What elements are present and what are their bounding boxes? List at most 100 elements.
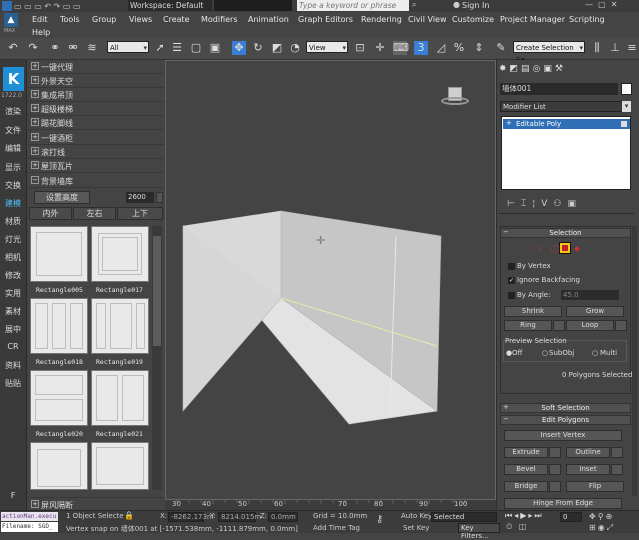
- extrude-settings[interactable]: [549, 447, 561, 458]
- panel-tabs[interactable]: ✸◩▤◎▣⚒: [499, 64, 566, 74]
- menu-customize[interactable]: Customize: [452, 15, 494, 24]
- spinner-snap-icon[interactable]: ⇕: [472, 41, 486, 55]
- plugin-row-proxy[interactable]: + 一键代理: [27, 60, 165, 74]
- strip-utility[interactable]: 实用: [0, 288, 26, 299]
- scale-icon[interactable]: ◩: [270, 41, 284, 55]
- bind-spacewarp-icon[interactable]: ≋: [85, 41, 99, 55]
- shrink-button[interactable]: Shrink: [504, 306, 562, 317]
- wall-thumb-020[interactable]: [30, 370, 88, 426]
- modifier-list-dropdown[interactable]: Modifier List: [500, 101, 631, 112]
- window-controls[interactable]: — ▢ ✕: [585, 0, 617, 9]
- subobject-icons[interactable]: ∴ ∕ ◯: [526, 244, 563, 253]
- auto-key-button[interactable]: Auto Key: [401, 512, 432, 520]
- bevel-settings[interactable]: [549, 464, 561, 475]
- maxscript-listener-2[interactable]: Filename: SGD_: [1, 522, 58, 532]
- strip-cr[interactable]: CR: [0, 342, 26, 351]
- height-spinner[interactable]: [156, 192, 163, 203]
- wall-thumb-005[interactable]: [30, 226, 88, 282]
- snap-toggle-icon[interactable]: 3: [414, 41, 428, 55]
- plugin-row-screen[interactable]: + 屏风隔断: [27, 497, 165, 511]
- select-by-name-icon[interactable]: ☰: [170, 41, 184, 55]
- panel-scrollbar[interactable]: [632, 226, 637, 496]
- perspective-viewport[interactable]: ✛: [165, 60, 496, 500]
- outline-settings[interactable]: [611, 447, 623, 458]
- strip-light[interactable]: 灯光: [0, 234, 26, 245]
- angle-input[interactable]: 45.0: [561, 290, 619, 300]
- strip-data[interactable]: 资料: [0, 360, 26, 371]
- layer-icon[interactable]: ≡: [625, 41, 639, 55]
- workspace-selector[interactable]: Workspace: Default: [128, 0, 212, 11]
- move-icon[interactable]: ✥: [232, 41, 246, 55]
- expand-icon[interactable]: +: [506, 119, 512, 127]
- set-key-button[interactable]: Set Key: [403, 524, 429, 532]
- height-input[interactable]: 2600: [126, 192, 154, 203]
- insert-vertex-button[interactable]: Insert Vertex: [504, 430, 622, 441]
- loop-button[interactable]: Loop: [566, 320, 614, 331]
- strip-modify[interactable]: 修改: [0, 270, 26, 281]
- menu-scripting[interactable]: Scripting: [569, 15, 605, 24]
- edit-polygons-rollout[interactable]: Edit Polygons: [500, 415, 631, 425]
- room-model[interactable]: ✛: [166, 61, 497, 501]
- modifier-stack[interactable]: + Editable Poly: [501, 116, 631, 190]
- menu-rendering[interactable]: Rendering: [361, 15, 402, 24]
- menu-create[interactable]: Create: [163, 15, 190, 24]
- tab-inout[interactable]: 内外: [29, 207, 72, 220]
- menu-tools[interactable]: Tools: [60, 15, 80, 24]
- tab-leftright[interactable]: 左右: [73, 207, 116, 220]
- window-crossing-icon[interactable]: ▣: [208, 41, 222, 55]
- align-icon[interactable]: ⊥: [608, 41, 622, 55]
- strip-file[interactable]: 文件: [0, 125, 26, 136]
- rollout-minus-icon[interactable]: −: [503, 228, 509, 236]
- playback-controls[interactable]: ⏮◂▶▸⏭: [505, 511, 544, 521]
- set-height-button[interactable]: 设置高度: [34, 191, 90, 204]
- y-coordinate[interactable]: 8214.015m: [218, 512, 261, 522]
- strip-material[interactable]: 材质: [0, 216, 26, 227]
- stack-tools-icons[interactable]: ⊢⌶¦ᐯ⚇▣: [507, 199, 582, 209]
- x-coordinate[interactable]: -8262.173m: [168, 512, 214, 522]
- outline-button[interactable]: Outline: [566, 447, 610, 458]
- selected-dropdown[interactable]: Selected: [431, 512, 497, 522]
- preview-subobj-radio[interactable]: ○: [542, 349, 548, 357]
- app-menu-icon[interactable]: [2, 1, 12, 11]
- object-color-swatch[interactable]: [621, 83, 632, 95]
- inset-settings[interactable]: [611, 464, 623, 475]
- pivot-center-icon[interactable]: ⊡: [353, 41, 367, 55]
- flip-button[interactable]: Flip: [566, 481, 624, 492]
- plugin-row-baseboard[interactable]: + 踢花脚线: [27, 116, 165, 130]
- menu-animation[interactable]: Animation: [248, 15, 289, 24]
- object-name-field[interactable]: 墙体001: [500, 83, 618, 95]
- strip-modeling[interactable]: 建模: [0, 198, 26, 209]
- modifier-list-arrow-icon[interactable]: ▾: [622, 101, 631, 112]
- quick-access-icons[interactable]: ▭ ▭ ▭ ↶ ↷ ▭ ▭: [14, 2, 122, 11]
- plugin-scrollbar[interactable]: [152, 226, 162, 490]
- plugin-row-roof[interactable]: + 屋顶瓦片: [27, 159, 165, 173]
- grow-button[interactable]: Grow: [566, 306, 624, 317]
- strip-camera[interactable]: 相机: [0, 252, 26, 263]
- maxscript-listener-1[interactable]: actionMan.execu: [1, 512, 58, 521]
- time-config-icon[interactable]: ⏲ ◫: [506, 522, 528, 532]
- menu-group[interactable]: Group: [92, 15, 116, 24]
- current-frame-field[interactable]: 0: [560, 512, 582, 522]
- strip-display[interactable]: 显示: [0, 162, 26, 173]
- plugin-row-stairs[interactable]: + 超级楼梯: [27, 102, 165, 116]
- hinge-from-edge-button[interactable]: Hinge From Edge: [504, 498, 622, 509]
- mirror-icon[interactable]: ⫼: [590, 41, 604, 55]
- rollout-minus-icon[interactable]: −: [503, 415, 509, 423]
- selection-filter-dropdown[interactable]: All: [107, 41, 149, 54]
- strip-bottom[interactable]: F: [0, 491, 26, 500]
- search-field[interactable]: Type a keyword or phrase: [297, 0, 409, 11]
- wall-thumb-extra-2[interactable]: [91, 442, 149, 490]
- ref-coord-dropdown[interactable]: View: [306, 41, 348, 54]
- key-filters-button[interactable]: Key Filters...: [458, 523, 500, 540]
- menu-graph-editors[interactable]: Graph Editors: [298, 15, 353, 24]
- sign-in-link[interactable]: Sign In: [462, 1, 489, 10]
- element-mode-icon[interactable]: ◆: [574, 244, 580, 253]
- placement-icon[interactable]: ◔: [288, 41, 302, 55]
- angle-snap-icon[interactable]: ◿: [434, 41, 448, 55]
- wall-thumb-extra-1[interactable]: [30, 442, 88, 490]
- preview-multi-radio[interactable]: ○: [592, 349, 598, 357]
- max-logo-icon[interactable]: ▲: [4, 13, 18, 27]
- ignore-backfacing-checkbox[interactable]: ✓: [508, 277, 515, 284]
- strip-edit[interactable]: 编辑: [0, 143, 26, 154]
- strip-assets[interactable]: 素材: [0, 306, 26, 317]
